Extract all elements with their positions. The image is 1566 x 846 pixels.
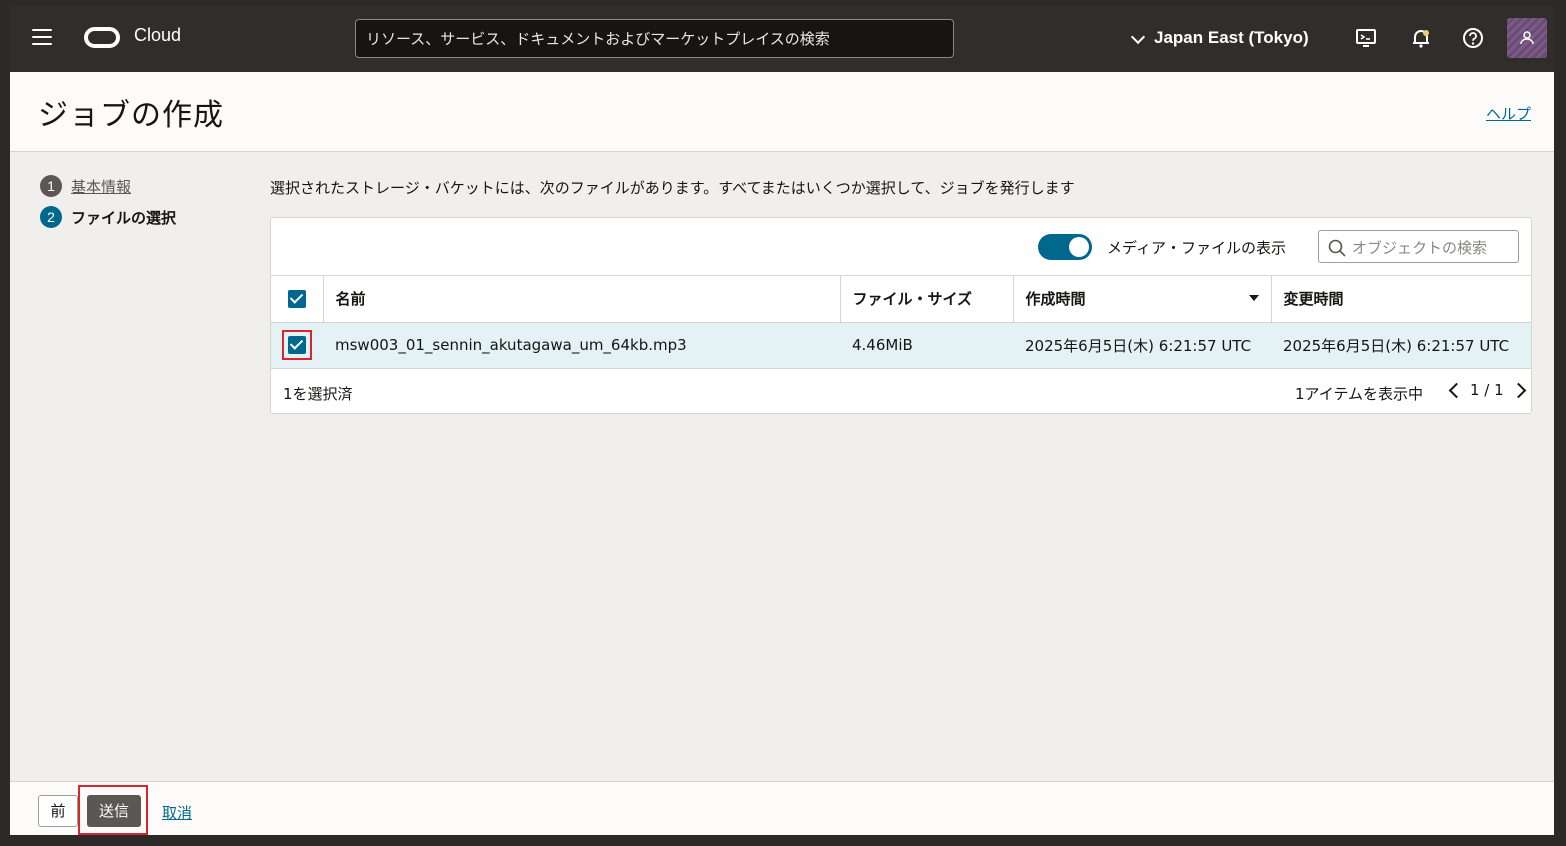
previous-button[interactable]: 前 <box>38 795 78 827</box>
cloud-shell-icon[interactable] <box>1355 27 1377 49</box>
chevron-left-icon[interactable] <box>1446 379 1462 401</box>
media-files-toggle[interactable] <box>1038 234 1092 260</box>
instruction-text: 選択されたストレージ・バケットには、次のファイルがあります。すべてまたはいくつか… <box>270 179 1075 197</box>
wizard-actions-bar: 前 送信 取消 <box>10 781 1554 835</box>
sort-descending-icon[interactable] <box>1248 295 1259 302</box>
file-size-cell: 4.46MiB <box>840 322 1013 369</box>
step-number: 1 <box>40 175 62 197</box>
column-header-name[interactable]: 名前 <box>323 276 841 323</box>
step-basic-info[interactable]: 1 基本情報 <box>40 175 176 197</box>
table-toolbar: メディア・ファイルの表示 オブジェクトの検索 <box>271 218 1531 276</box>
media-files-toggle-label: メディア・ファイルの表示 <box>1107 239 1286 257</box>
pagination: 1 / 1 <box>1446 379 1528 401</box>
page-title: ジョブの作成 <box>38 98 224 133</box>
cancel-link[interactable]: 取消 <box>162 802 192 823</box>
items-shown-text: 1アイテムを表示中 <box>1295 385 1424 403</box>
help-circle-icon[interactable] <box>1462 27 1484 49</box>
notifications-bell-icon[interactable] <box>1410 27 1432 49</box>
brand-label[interactable]: Cloud <box>134 25 181 46</box>
step-label[interactable]: 基本情報 <box>71 176 131 197</box>
file-name-cell: msw003_01_sennin_akutagawa_um_64kb.mp3 <box>323 322 840 369</box>
search-placeholder: オブジェクトの検索 <box>1352 239 1488 257</box>
table-row[interactable]: msw003_01_sennin_akutagawa_um_64kb.mp3 4… <box>271 322 1531 369</box>
modified-time-cell: 2025年6月5日(木) 6:21:57 UTC <box>1271 322 1531 369</box>
region-selector[interactable]: Japan East (Tokyo) <box>1132 26 1309 50</box>
oracle-logo-icon[interactable] <box>84 27 120 48</box>
column-header-created[interactable]: 作成時間 <box>1013 276 1272 323</box>
select-all-checkbox[interactable] <box>287 290 306 308</box>
user-icon <box>1520 31 1534 45</box>
chevron-right-icon[interactable] <box>1512 379 1528 401</box>
step-number: 2 <box>40 206 62 228</box>
file-table: 名前 ファイル・サイズ 作成時間 変更時間 msw003_01_sennin_a… <box>271 276 1531 369</box>
object-search-input[interactable]: オブジェクトの検索 <box>1318 230 1519 263</box>
row-checkbox[interactable] <box>288 336 306 355</box>
page-indicator: 1 / 1 <box>1470 381 1504 399</box>
global-search-input[interactable]: リソース、サービス、ドキュメントおよびマーケットプレイスの検索 <box>355 19 954 58</box>
column-header-modified[interactable]: 変更時間 <box>1271 276 1531 323</box>
step-label: ファイルの選択 <box>71 208 177 227</box>
file-table-panel: メディア・ファイルの表示 オブジェクトの検索 名前 ファイル・サイズ 作成時間 <box>270 217 1532 414</box>
menu-icon[interactable] <box>32 29 52 45</box>
submit-button[interactable]: 送信 <box>87 795 141 827</box>
table-header-row: 名前 ファイル・サイズ 作成時間 変更時間 <box>271 276 1531 323</box>
search-icon <box>1328 239 1346 257</box>
top-navigation-bar: Cloud リソース、サービス、ドキュメントおよびマーケットプレイスの検索 Ja… <box>10 5 1554 72</box>
page-header: ジョブの作成 ヘルプ <box>10 72 1554 152</box>
selected-count: 1を選択済 <box>283 385 353 403</box>
column-header-label: 作成時間 <box>1025 290 1086 309</box>
step-file-selection: 2 ファイルの選択 <box>40 206 176 228</box>
row-select-cell <box>271 322 323 369</box>
column-header-size[interactable]: ファイル・サイズ <box>840 276 1014 323</box>
select-all-cell <box>271 276 324 323</box>
created-time-cell: 2025年6月5日(木) 6:21:57 UTC <box>1013 322 1271 369</box>
user-avatar[interactable] <box>1507 18 1547 58</box>
highlight-box: 送信 <box>78 785 148 835</box>
highlight-box <box>282 329 312 361</box>
chevron-down-icon <box>1132 32 1144 44</box>
table-footer: 1を選択済 1アイテムを表示中 1 / 1 <box>271 369 1531 415</box>
app-window: Cloud リソース、サービス、ドキュメントおよびマーケットプレイスの検索 Ja… <box>10 5 1554 835</box>
help-link[interactable]: ヘルプ <box>1486 103 1531 124</box>
region-label: Japan East (Tokyo) <box>1154 28 1309 47</box>
wizard-steps: 1 基本情報 2 ファイルの選択 <box>40 175 176 237</box>
